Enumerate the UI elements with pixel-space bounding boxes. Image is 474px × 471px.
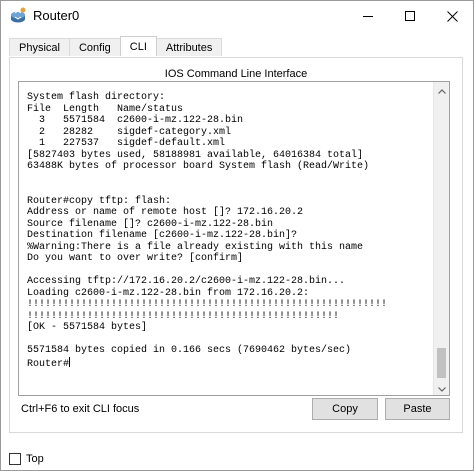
terminal-line: 3 5571584 c2600-i-mz.122-28.bin [27, 115, 244, 126]
window-title: Router0 [33, 8, 80, 23]
chevron-up-icon [437, 83, 446, 97]
command-prompt: Router# [27, 358, 70, 370]
terminal-line: [OK - 5571584 bytes] [27, 322, 148, 333]
minimize-button[interactable] [347, 1, 389, 31]
router-window: Router0 Physical Config CLI Attributes I… [0, 0, 474, 471]
terminal-line: System flash directory: [27, 92, 166, 103]
terminal-line: !!!!!!!!!!!!!!!!!!!!!!!!!!!!!!!!!!!!!!!!… [27, 310, 340, 322]
top-option[interactable]: Top [9, 453, 44, 465]
terminal-line: Do you want to over write? [confirm] [27, 253, 244, 264]
tab-cli[interactable]: CLI [119, 36, 157, 56]
title-bar: Router0 [1, 1, 473, 31]
close-icon [446, 10, 458, 22]
scroll-down-button[interactable] [434, 380, 449, 395]
cli-terminal[interactable]: System flash directory: File Length Name… [18, 81, 450, 396]
paste-button[interactable]: Paste [385, 398, 450, 420]
top-label: Top [26, 453, 44, 465]
tab-attributes[interactable]: Attributes [155, 38, 223, 56]
terminal-line: 2 28282 sigdef-category.xml [27, 126, 232, 138]
text-cursor [69, 356, 71, 367]
scroll-up-button[interactable] [434, 82, 449, 97]
terminal-line: 5571584 bytes copied in 0.166 secs (7690… [27, 345, 352, 356]
maximize-icon [405, 11, 415, 21]
tab-physical[interactable]: Physical [9, 38, 70, 56]
tab-bar: Physical Config CLI Attributes [9, 36, 223, 57]
close-button[interactable] [431, 1, 473, 31]
terminal-line: Accessing tftp://172.16.20.2/c2600-i-mz.… [27, 276, 346, 287]
top-checkbox[interactable] [9, 453, 21, 465]
minimize-icon [363, 11, 373, 21]
terminal-output: System flash directory: File Length Name… [27, 92, 427, 370]
terminal-line: 1 227537 sigdef-default.xml [27, 138, 226, 149]
terminal-line: Router#copy tftp: flash: [27, 195, 172, 207]
copy-button[interactable]: Copy [312, 398, 378, 420]
cli-heading: IOS Command Line Interface [164, 68, 308, 80]
scroll-thumb[interactable] [437, 348, 446, 378]
terminal-line: Destination filename [c2600-i-mz.122-28.… [27, 230, 298, 241]
terminal-line: Source filename []? c2600-i-mz.122-28.bi… [27, 218, 274, 230]
vertical-scrollbar[interactable] [433, 82, 449, 395]
terminal-line: Address or name of remote host []? 172.1… [27, 207, 304, 218]
tab-config[interactable]: Config [68, 38, 121, 56]
terminal-line: [5827403 bytes used, 58188981 available,… [27, 149, 364, 161]
maximize-button[interactable] [389, 1, 431, 31]
terminal-line: !!!!!!!!!!!!!!!!!!!!!!!!!!!!!!!!!!!!!!!!… [27, 299, 388, 310]
terminal-line: %Warning:There is a file already existin… [27, 241, 364, 253]
exit-focus-hint: Ctrl+F6 to exit CLI focus [21, 403, 140, 415]
router-icon [9, 7, 27, 25]
chevron-down-icon [437, 381, 446, 395]
terminal-line: File Length Name/status [27, 103, 184, 115]
terminal-line: 63488K bytes of processor board System f… [27, 161, 370, 172]
terminal-line: Loading c2600-i-mz.122-28.bin from 172.1… [27, 287, 310, 299]
